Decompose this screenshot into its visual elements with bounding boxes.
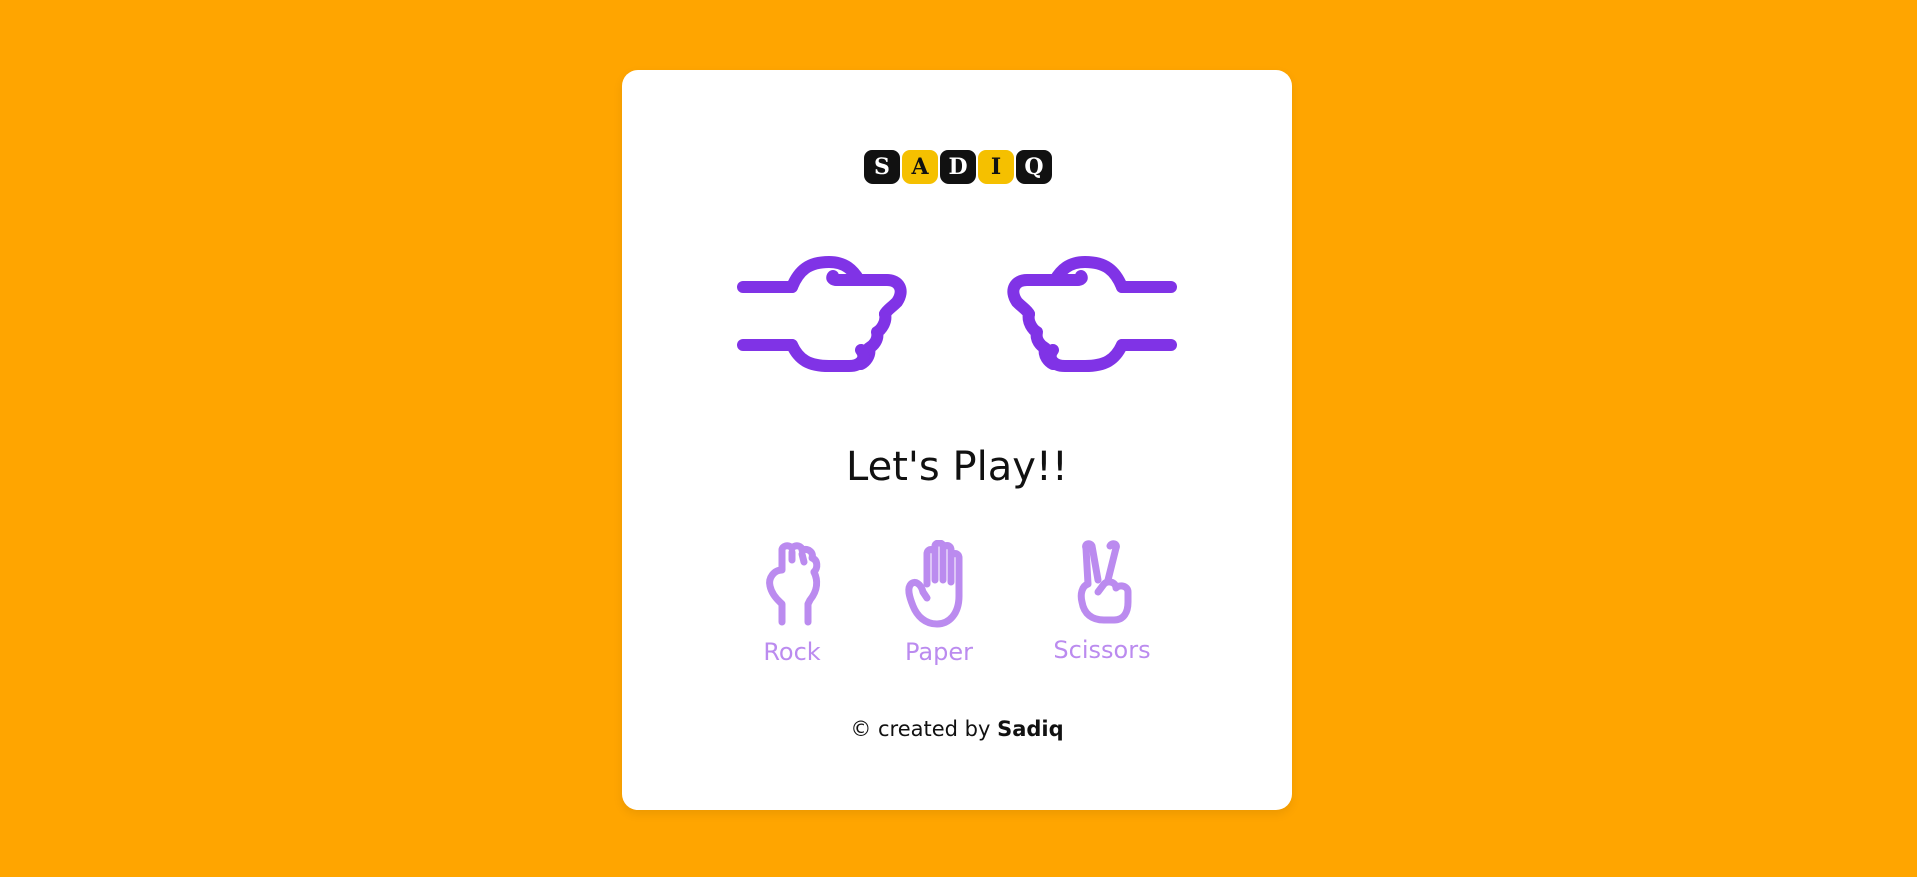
logo-tile: Q: [1016, 150, 1052, 184]
choice-list: Rock Paper Scissors: [622, 540, 1292, 700]
logo-tile: I: [978, 150, 1014, 184]
rock-button[interactable]: Rock: [737, 540, 847, 666]
footer-prefix: © created by: [850, 717, 991, 741]
logo-tile: A: [902, 150, 938, 184]
hands-display: [622, 250, 1292, 400]
choice-label: Scissors: [1053, 636, 1151, 664]
player-fist-icon: [737, 256, 907, 372]
choice-label: Paper: [905, 638, 973, 666]
footer-author: Sadiq: [997, 717, 1064, 741]
logo-tile: D: [940, 150, 976, 184]
game-card: S A D I Q Let's Play!! Rock Paper Scisso…: [622, 70, 1292, 810]
page-title: Let's Play!!: [846, 444, 1068, 490]
paper-button[interactable]: Paper: [884, 540, 994, 666]
logo-tile: S: [864, 150, 900, 184]
computer-fist-icon: [1007, 256, 1177, 372]
choice-label: Rock: [763, 638, 821, 666]
paper-hand-icon: [905, 540, 963, 628]
scissors-button[interactable]: Scissors: [1047, 540, 1157, 664]
footer-credit: © created by Sadiq: [622, 717, 1292, 741]
scissors-hand-icon: [1077, 540, 1132, 624]
sadiq-logo: S A D I Q: [864, 150, 1052, 184]
rock-hand-icon: [766, 542, 821, 626]
